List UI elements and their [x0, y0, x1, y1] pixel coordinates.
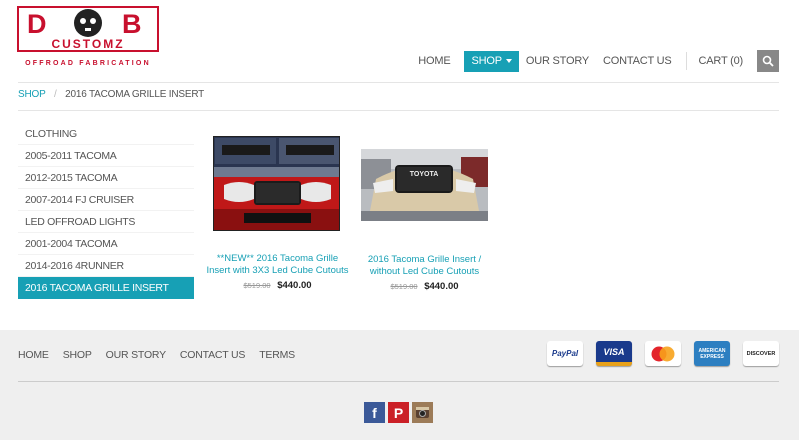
sidebar-item-clothing[interactable]: CLOTHING: [18, 123, 194, 145]
nav-divider: [685, 52, 687, 70]
sidebar-item-2012-2015-tacoma[interactable]: 2012-2015 TACOMA: [18, 167, 194, 189]
nav-our-story[interactable]: OUR STORY: [526, 55, 589, 67]
social-links: f P: [364, 402, 436, 423]
sidebar-item-2016-tacoma-grille-insert[interactable]: 2016 TACOMA GRILLE INSERT: [18, 277, 194, 299]
mastercard-circles: [651, 346, 675, 361]
svg-text:TOYOTA: TOYOTA: [410, 171, 439, 178]
pinterest-icon[interactable]: P: [388, 402, 409, 423]
sidebar-item-led-offroad-lights[interactable]: LED OFFROAD LIGHTS: [18, 211, 194, 233]
breadcrumb-current: 2016 TACOMA GRILLE INSERT: [65, 89, 205, 100]
paypal-icon: PayPal: [547, 341, 583, 366]
product-title[interactable]: **NEW** 2016 Tacoma Grille Insert with 3…: [205, 253, 350, 276]
logo-letter-b: B: [122, 9, 142, 39]
footer-divider: [18, 381, 779, 382]
breadcrumb-shop[interactable]: SHOP: [18, 89, 46, 100]
site-footer: HOME SHOP OUR STORY CONTACT US TERMS Pay…: [0, 330, 799, 440]
breadcrumb: SHOP / 2016 TACOMA GRILLE INSERT: [18, 89, 204, 100]
logo-tagline: OFFROAD FABRICATION: [25, 60, 151, 67]
visa-icon: VISA: [596, 341, 632, 366]
search-icon: [762, 55, 774, 67]
sidebar-item-2007-2014-fj-cruiser[interactable]: 2007-2014 FJ CRUISER: [18, 189, 194, 211]
footer-link-our-story[interactable]: OUR STORY: [106, 349, 166, 361]
sidebar-item-2001-2004-tacoma[interactable]: 2001-2004 TACOMA: [18, 233, 194, 255]
logo-letter-d: D: [27, 9, 47, 39]
camera-glyph: [416, 407, 429, 418]
product-card[interactable]: TOYOTA 2016 Tacoma Grille Insert / witho…: [357, 136, 492, 292]
payment-methods: PayPal VISA AMERICAN EXPRESS DISCOVER: [534, 341, 779, 366]
product-prices: $519.00 $440.00: [357, 281, 492, 292]
logo-graphic: D B CUSTOMZ: [17, 6, 159, 52]
nav-contact-us[interactable]: CONTACT US: [603, 55, 672, 67]
product-image[interactable]: [213, 136, 340, 231]
breadcrumb-separator: /: [53, 89, 57, 100]
chevron-down-icon: [505, 59, 512, 63]
product-old-price: $519.00: [390, 282, 418, 291]
category-sidebar: CLOTHING 2005-2011 TACOMA 2012-2015 TACO…: [18, 123, 194, 299]
nav-cart[interactable]: CART (0): [699, 55, 744, 67]
search-button[interactable]: [757, 50, 779, 72]
breadcrumb-divider: [18, 110, 779, 111]
product-card[interactable]: **NEW** 2016 Tacoma Grille Insert with 3…: [205, 136, 350, 291]
facebook-icon[interactable]: f: [364, 402, 385, 423]
site-header: D B CUSTOMZ OFFROAD FABRICATION HOME SHO…: [0, 0, 799, 82]
product-price: $440.00: [277, 280, 312, 291]
dob-customz-logo[interactable]: D B CUSTOMZ OFFROAD FABRICATION: [17, 6, 159, 72]
product-image[interactable]: TOYOTA: [361, 149, 488, 221]
amex-icon: AMERICAN EXPRESS: [694, 341, 730, 366]
header-divider: [18, 82, 779, 83]
sidebar-item-2014-2016-4runner[interactable]: 2014-2016 4RUNNER: [18, 255, 194, 277]
product-photo: [214, 137, 339, 230]
logo-word: CUSTOMZ: [51, 37, 124, 51]
main-nav: HOME SHOP OUR STORY CONTACT US CART (0): [418, 50, 799, 72]
sidebar-item-2005-2011-tacoma[interactable]: 2005-2011 TACOMA: [18, 145, 194, 167]
discover-icon: DISCOVER: [743, 341, 779, 366]
instagram-icon[interactable]: [412, 402, 433, 423]
product-photo: TOYOTA: [361, 149, 488, 221]
footer-link-terms[interactable]: TERMS: [259, 349, 295, 361]
footer-nav: HOME SHOP OUR STORY CONTACT US TERMS: [18, 349, 309, 361]
mastercard-icon: [645, 341, 681, 366]
amex-label: AMERICAN EXPRESS: [698, 347, 726, 360]
product-prices: $519.00 $440.00: [205, 280, 350, 291]
footer-link-shop[interactable]: SHOP: [63, 349, 92, 361]
product-old-price: $519.00: [243, 281, 271, 290]
nav-shop[interactable]: SHOP: [464, 50, 519, 72]
nav-home[interactable]: HOME: [418, 55, 450, 67]
nav-shop-label: SHOP: [471, 55, 502, 67]
footer-link-contact-us[interactable]: CONTACT US: [180, 349, 245, 361]
footer-link-home[interactable]: HOME: [18, 349, 49, 361]
product-title[interactable]: 2016 Tacoma Grille Insert / without Led …: [357, 254, 492, 277]
product-price: $440.00: [424, 281, 459, 292]
